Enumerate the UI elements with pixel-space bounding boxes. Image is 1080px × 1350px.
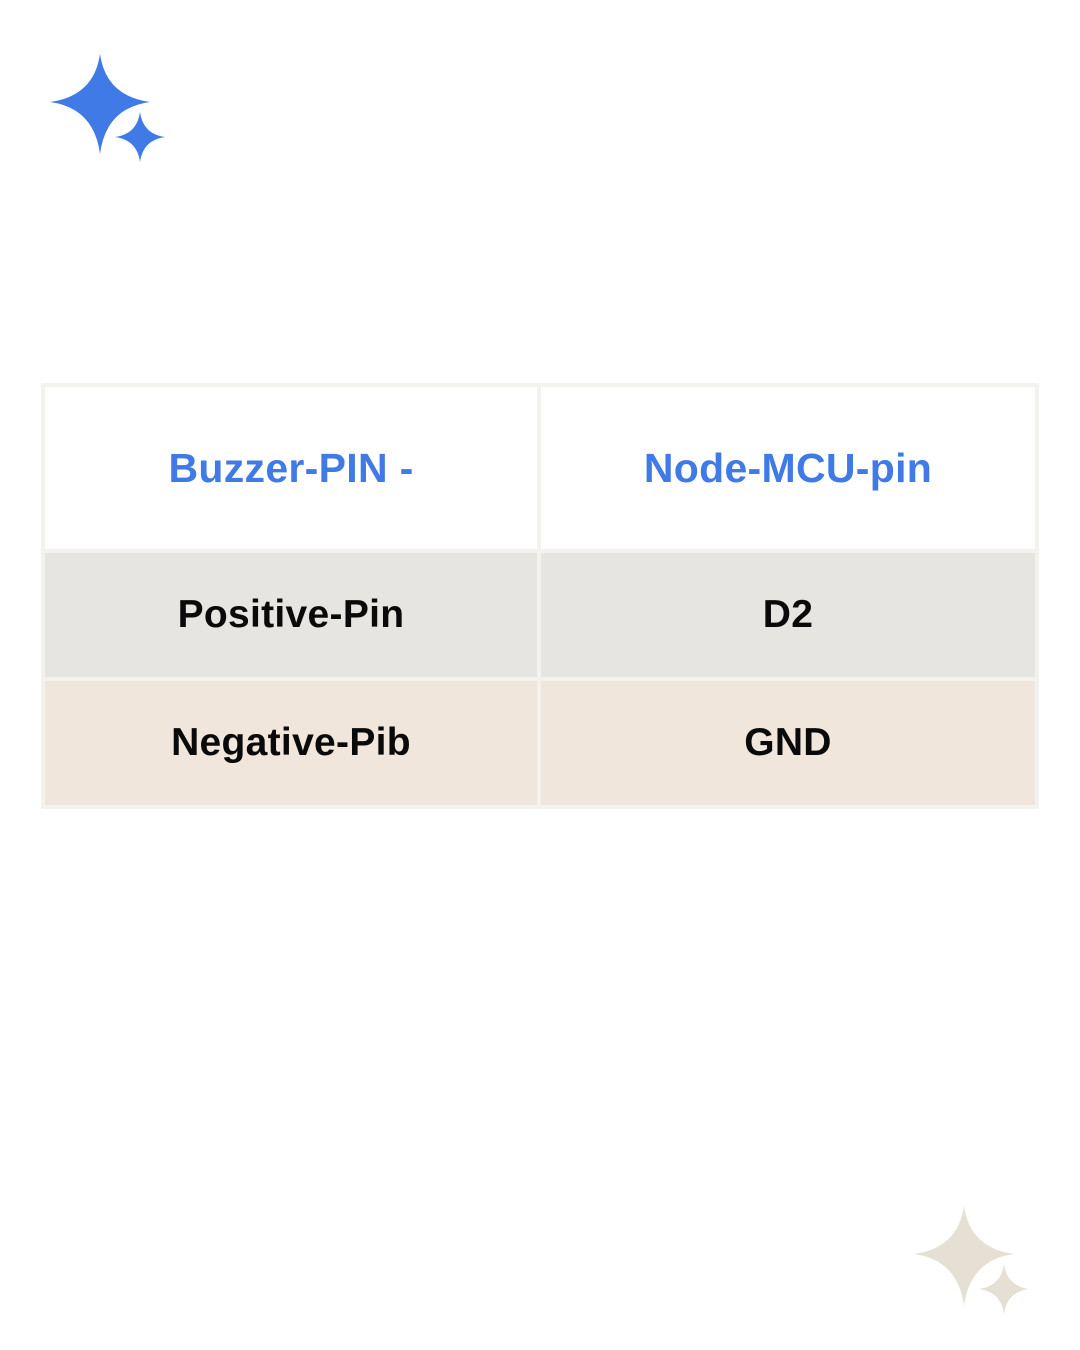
pin-mapping-table: Buzzer-PIN - Node-MCU-pin Positive-Pin D… [41,383,1039,809]
table-cell: Negative-Pib [45,681,537,805]
table-header-cell: Buzzer-PIN - [45,387,537,549]
node-mcu-pin-header: Node-MCU-pin [643,444,933,491]
negative-pin-label: Negative-Pib [171,721,411,764]
sparkle-icon [914,1206,1029,1314]
small-sparkle-icon [115,112,165,162]
buzzer-pin-header: Buzzer-PIN - [168,444,414,491]
small-sparkle-icon [979,1264,1029,1314]
sparkle-icon [50,54,165,162]
d2-value: D2 [762,593,814,636]
table-cell: Positive-Pin [45,553,537,677]
gnd-value: GND [744,721,832,764]
table-header-cell: Node-MCU-pin [541,387,1035,549]
table-cell: D2 [541,553,1035,677]
positive-pin-label: Positive-Pin [177,593,405,636]
table-cell: GND [541,681,1035,805]
